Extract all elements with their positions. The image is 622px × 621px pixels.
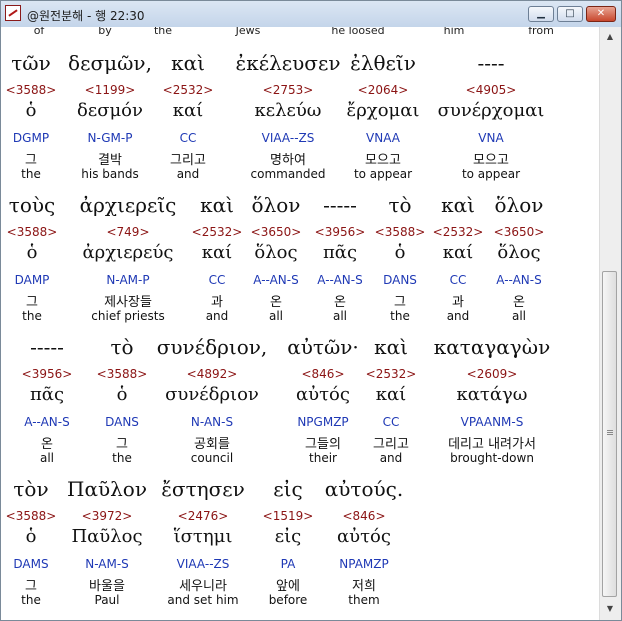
word-greek: ---- (477, 51, 505, 75)
word-strong: <846> (342, 509, 386, 523)
word-lemma: ὅλος (497, 242, 541, 263)
word-strong: <4905> (465, 83, 517, 97)
word-greek: συνέδριον, (156, 335, 268, 359)
word-korean: 저희 (352, 579, 376, 594)
word-morph: VNAA (366, 131, 400, 145)
word-morph: VNA (478, 131, 504, 145)
word-strong: <4892> (186, 367, 238, 381)
scroll-down-arrow-icon[interactable]: ▼ (602, 601, 618, 617)
window-title: @원전분해 - 행 22:30 (27, 9, 145, 23)
scrollbar-thumb[interactable] (602, 271, 617, 597)
word-greek: ὅλον (494, 193, 544, 217)
gloss-word: him (443, 27, 465, 37)
title-bar[interactable]: @원전분해 - 행 22:30 ▁ □ ✕ (1, 1, 621, 28)
word-english: to appear (461, 167, 521, 181)
interlinear-content: of by the Jews he loosed him from τῶν <35… (1, 27, 599, 620)
word-korean: 공회를 (194, 437, 230, 452)
word-korean: 데리고 내려가서 (448, 437, 536, 452)
word-strong: <3650> (493, 225, 545, 239)
minimize-button[interactable]: ▁ (528, 6, 554, 22)
word-korean: 모으고 (473, 153, 509, 168)
word-lemma: ἔρχομαι (346, 100, 420, 121)
word-english: council (190, 451, 234, 465)
verse-block: τοὺς <3588> ὁ DAMP 그 the ἀρχιερεῖς <749> ἀρχιερε… (1, 193, 599, 323)
close-button[interactable]: ✕ (586, 6, 616, 22)
verse-block: τὸν <3588> ὁ DAMS 그 the Παῦλον <3972> Παῦλος N-AM… (1, 477, 599, 607)
word-english: them (348, 593, 380, 607)
word-morph: N-AN-S (190, 415, 234, 429)
app-icon[interactable] (5, 5, 21, 21)
word-lemma: συνέρχομαι (437, 100, 545, 121)
word-morph: VPAANM-S (460, 415, 524, 429)
gloss-word: Jews (235, 27, 261, 37)
word-korean: 모으고 (365, 153, 401, 168)
word-greek: καταγαγὼν (433, 335, 551, 359)
word-strong: <2064> (357, 83, 409, 97)
word-greek: αὐτούς. (324, 477, 404, 501)
word-korean: 온 (513, 295, 525, 310)
word-english: brought-down (450, 451, 534, 465)
gloss-word: from (528, 27, 554, 37)
word-morph: A--AN-S (496, 273, 542, 287)
word-english: to appear (353, 167, 413, 181)
word-lemma: αὐτός (337, 526, 391, 547)
app-window: @원전분해 - 행 22:30 ▁ □ ✕ of by the Jews he … (0, 0, 622, 621)
verse-block: τῶν <3588> ὁ DGMP 그 the δεσμῶν, <1199> δεσμόν N-G… (1, 51, 599, 181)
word-english: all (511, 309, 527, 323)
gloss-word: he loosed (331, 27, 385, 37)
verse-block: ----- <3956> πᾶς A--AN-S 온 all τὸ <3588> ὁ DANS 그 t… (1, 335, 599, 465)
word-morph: NPAMZP (339, 557, 389, 571)
word-greek: ἐλθεῖν (350, 51, 416, 75)
grip-icon (607, 430, 613, 431)
scroll-up-arrow-icon[interactable]: ▲ (602, 29, 618, 45)
vertical-scrollbar[interactable]: ▲ ▼ (599, 27, 621, 620)
word-lemma: κατάγω (456, 384, 528, 405)
maximize-button[interactable]: □ (557, 6, 583, 22)
word-lemma: συνέδριον (165, 384, 259, 405)
word-strong: <2609> (466, 367, 518, 381)
